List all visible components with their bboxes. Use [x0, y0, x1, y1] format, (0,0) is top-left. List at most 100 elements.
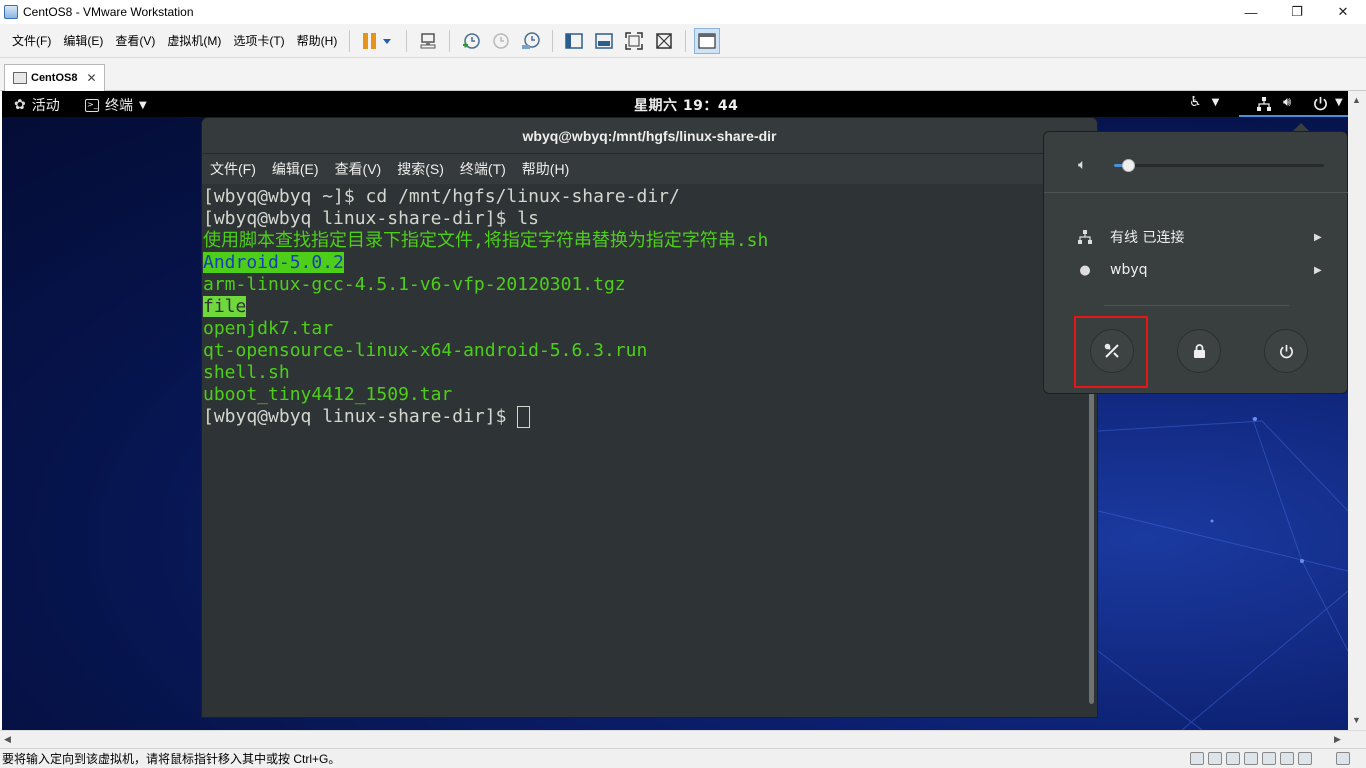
network-wired-icon — [1078, 230, 1092, 244]
terminal-menu-terminal[interactable]: 终端(T) — [452, 159, 514, 179]
terminal-menu-help[interactable]: 帮助(H) — [514, 159, 577, 179]
toolbar-separator — [406, 29, 408, 52]
display-icon[interactable] — [1298, 752, 1312, 765]
activities-button[interactable]: ✿ 活动 — [14, 95, 60, 115]
lock-button[interactable] — [1177, 329, 1221, 373]
power-off-button[interactable] — [1264, 329, 1308, 373]
sound-card-icon[interactable] — [1262, 752, 1276, 765]
clock[interactable]: 星期六 19：44 — [634, 95, 738, 115]
message-icon[interactable] — [1336, 752, 1350, 765]
chevron-down-icon: ▼ — [1211, 96, 1220, 108]
tab-centos8[interactable]: CentOS8 ✕ — [4, 64, 105, 91]
terminal-title: wbyq@wbyq:/mnt/hgfs/linux-share-dir — [522, 127, 777, 144]
clock-icon — [522, 31, 541, 49]
highlight-box — [1074, 316, 1148, 388]
toolbar-separator — [449, 29, 451, 52]
printer-icon[interactable] — [1280, 752, 1294, 765]
menu-view[interactable]: 查看(V) — [109, 30, 161, 52]
user-label: wbyq — [1110, 262, 1148, 278]
vmware-menubar: 文件(F) 编辑(E) 查看(V) 虚拟机(M) 选项卡(T) 帮助(H) — [0, 24, 1366, 58]
pause-icon — [363, 32, 392, 49]
chevron-right-icon: ▶ — [1314, 264, 1322, 276]
menu-vm[interactable]: 虚拟机(M) — [161, 30, 227, 52]
ls-entry: arm-linux-gcc-4.5.1-v6-vfp-20120301.tgz — [203, 274, 626, 295]
show-library-button[interactable] — [561, 28, 587, 54]
clock-icon — [463, 32, 481, 49]
tab-close-icon[interactable]: ✕ — [86, 71, 96, 85]
status-bar: 要将输入定向到该虚拟机，请将鼠标指针移入其中或按 Ctrl+G。 — [0, 748, 1366, 768]
usb-icon[interactable] — [1244, 752, 1258, 765]
chevron-right-icon: ▶ — [1314, 231, 1322, 243]
computer-network-icon — [420, 32, 436, 48]
device-icons — [1190, 752, 1354, 765]
status-message: 要将输入定向到该虚拟机，请将鼠标指针移入其中或按 Ctrl+G。 — [2, 752, 341, 766]
terminal-menu-edit[interactable]: 编辑(E) — [264, 159, 327, 179]
unity-button[interactable] — [651, 28, 677, 54]
terminal-menu-view[interactable]: 查看(V) — [327, 159, 390, 179]
menu-help[interactable]: 帮助(H) — [291, 30, 344, 52]
power-icon — [1314, 96, 1327, 111]
guest-screen[interactable]: ✿ 活动 >_ 终端 ▼ 星期六 19：44 ♿ ▼ 🔊︎ ▼ wbyq@wby… — [2, 91, 1348, 730]
ls-entry: shell.sh — [203, 362, 290, 383]
pause-button[interactable] — [358, 28, 398, 54]
user-item[interactable]: ● wbyq ▶ — [1044, 253, 1348, 287]
toolbar-separator — [685, 29, 687, 52]
close-window-button[interactable]: ✕ — [1320, 0, 1366, 24]
menu-divider — [1044, 192, 1348, 193]
lock-icon — [1193, 344, 1205, 358]
terminal-menu-file[interactable]: 文件(F) — [202, 159, 264, 179]
snapshot-revert-button[interactable] — [488, 28, 514, 54]
menu-edit[interactable]: 编辑(E) — [57, 30, 109, 52]
app-menu-button[interactable]: >_ 终端 ▼ — [85, 95, 147, 115]
system-menu-button[interactable]: 🔊︎ ▼ — [1239, 91, 1348, 117]
vm-horizontal-scrollbar[interactable]: ◀ ▶ — [0, 730, 1366, 748]
menu-tabs[interactable]: 选项卡(T) — [227, 30, 290, 52]
network-wired-label: 有线 已连接 — [1110, 230, 1185, 246]
activities-label: 活动 — [31, 98, 60, 114]
fullscreen-icon — [625, 31, 644, 50]
scroll-up-icon[interactable]: ▲ — [1352, 95, 1361, 105]
accessibility-icon[interactable]: ♿ — [1189, 94, 1202, 110]
menu-divider — [1104, 305, 1289, 306]
window-title: CentOS8 - VMware Workstation — [23, 5, 194, 19]
tab-label: CentOS8 — [31, 72, 78, 84]
volume-slider-handle[interactable] — [1121, 159, 1135, 172]
vm-vertical-scrollbar[interactable]: ▲ ▼ — [1348, 91, 1366, 730]
snapshot-manager-button[interactable] — [518, 28, 544, 54]
maximize-button[interactable]: ❐ — [1274, 0, 1320, 24]
window-icon — [698, 32, 716, 49]
ls-entry-directory: Android-5.0.2 — [203, 252, 344, 273]
network-adapter-icon[interactable] — [1226, 752, 1240, 765]
scroll-right-icon[interactable]: ▶ — [1334, 734, 1341, 745]
volume-icon: 🔊︎ — [1283, 95, 1292, 110]
scroll-left-icon[interactable]: ◀ — [4, 734, 11, 745]
menu-file[interactable]: 文件(F) — [6, 30, 57, 52]
terminal-output[interactable]: [wbyq@wbyq ~]$ cd /mnt/hgfs/linux-share-… — [202, 184, 1087, 717]
send-ctrl-alt-del-button[interactable] — [415, 28, 441, 54]
scroll-down-icon[interactable]: ▼ — [1352, 715, 1361, 725]
vm-icon — [13, 72, 27, 84]
ls-entry-directory: file — [203, 296, 247, 317]
thumbnail-bar-button[interactable] — [591, 28, 617, 54]
activities-icon: ✿ — [14, 97, 26, 113]
terminal-menu-search[interactable]: 搜索(S) — [389, 159, 452, 179]
hard-disk-icon[interactable] — [1190, 752, 1204, 765]
ls-entry: 使用脚本查找指定目录下指定文件,将指定字符串替换为指定字符串.sh — [203, 230, 769, 251]
terminal-titlebar[interactable]: wbyq@wbyq:/mnt/hgfs/linux-share-dir — [202, 118, 1097, 154]
app-menu-label: 终端 — [105, 98, 133, 114]
gnome-top-bar: ✿ 活动 >_ 终端 ▼ 星期六 19：44 ♿ ▼ 🔊︎ ▼ — [2, 91, 1348, 117]
terminal-line: [wbyq@wbyq ~]$ cd /mnt/hgfs/linux-share-… — [203, 186, 680, 207]
snapshot-take-button[interactable] — [458, 28, 484, 54]
volume-slider[interactable] — [1114, 159, 1324, 172]
toolbar-separator — [552, 29, 554, 52]
terminal-prompt: [wbyq@wbyq linux-share-dir]$ — [203, 406, 518, 427]
terminal-window[interactable]: wbyq@wbyq:/mnt/hgfs/linux-share-dir 文件(F… — [202, 118, 1097, 717]
full-screen-button[interactable] — [621, 28, 647, 54]
network-wired-item[interactable]: 有线 已连接 ▶ — [1044, 220, 1348, 254]
cd-rom-icon[interactable] — [1208, 752, 1222, 765]
console-view-button[interactable] — [694, 27, 721, 54]
ls-entry: openjdk7.tar — [203, 318, 334, 339]
minimize-button[interactable]: — — [1228, 0, 1274, 24]
toolbar-separator — [349, 29, 351, 52]
vmware-app-icon — [4, 5, 18, 19]
